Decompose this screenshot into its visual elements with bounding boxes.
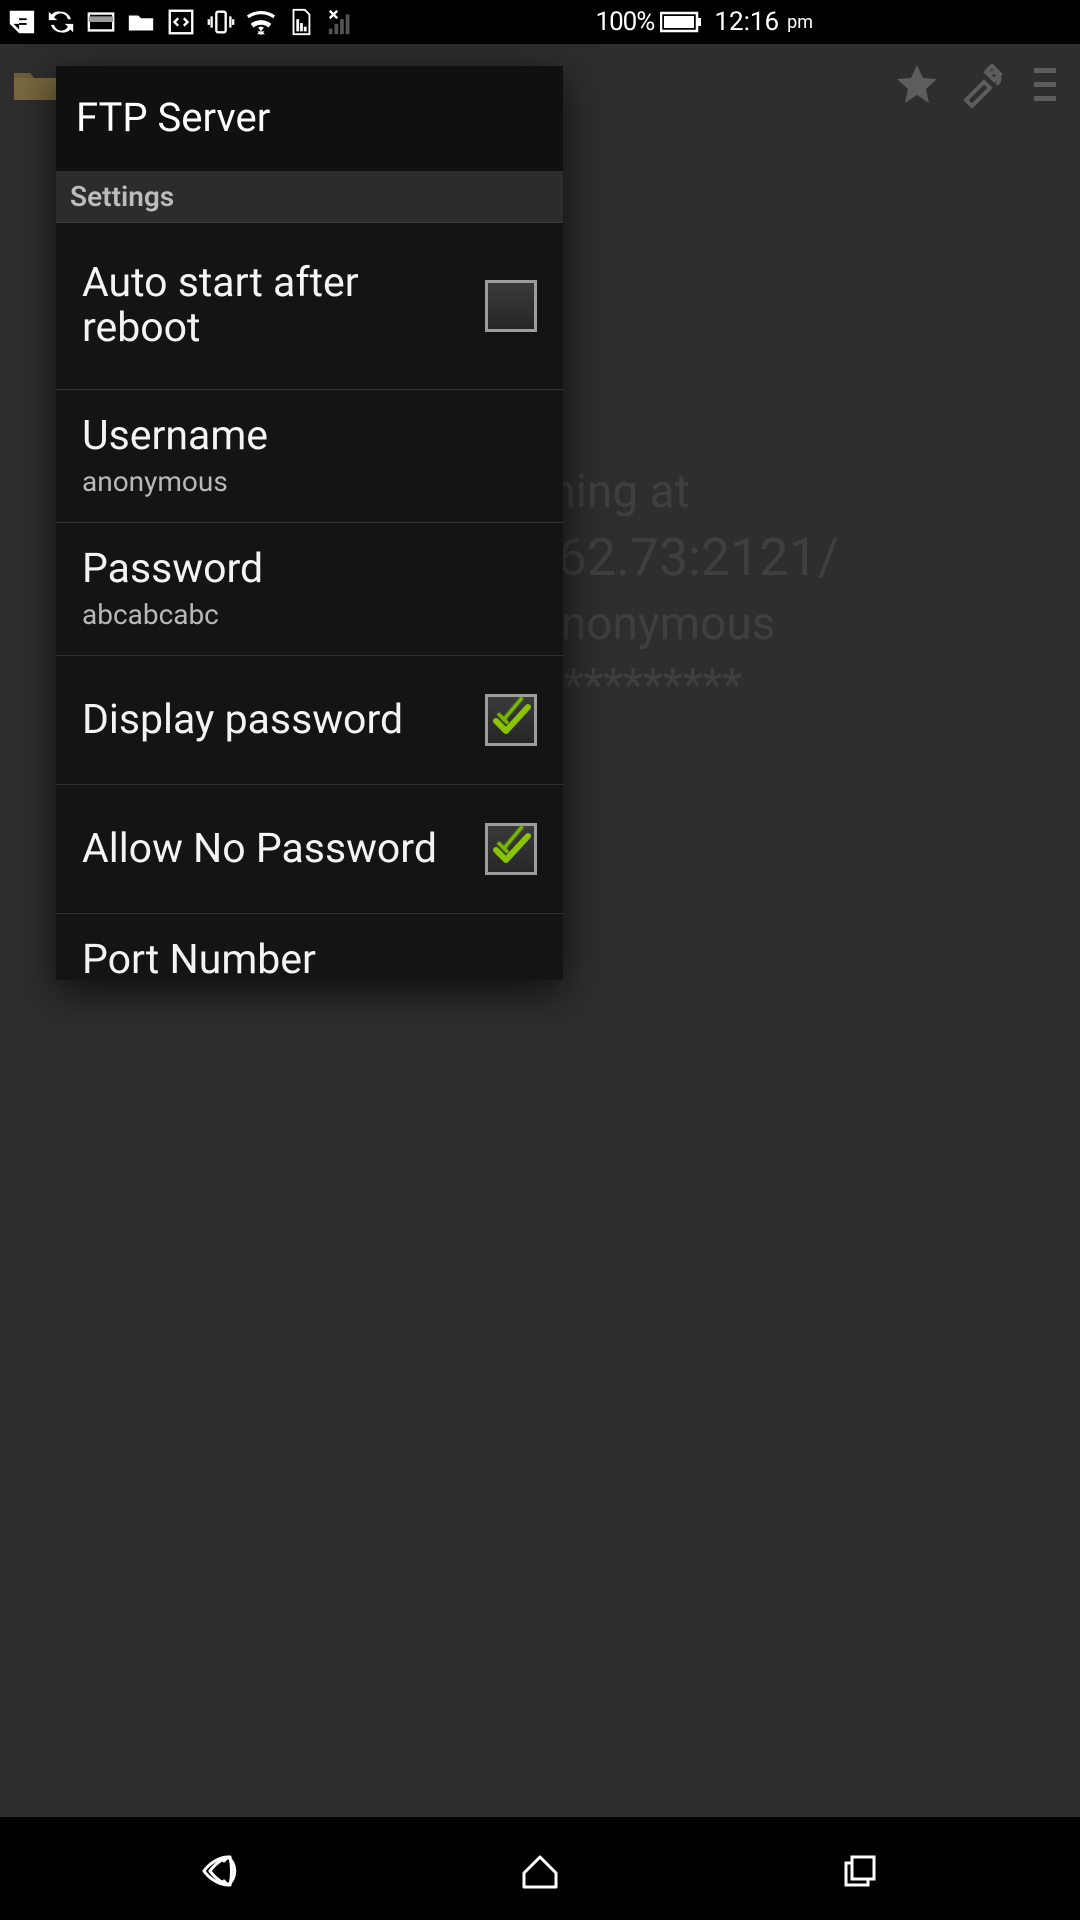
auto-start-checkbox[interactable]	[485, 280, 537, 332]
row-display-password[interactable]: Display password	[56, 656, 563, 785]
home-icon[interactable]	[518, 1849, 562, 1893]
display-password-checkbox[interactable]	[485, 694, 537, 746]
folder-status-icon	[126, 7, 156, 37]
username-value: anonymous	[82, 465, 537, 498]
recents-icon[interactable]	[838, 1849, 882, 1893]
auto-start-label: Auto start after reboot	[82, 261, 485, 351]
password-label: Password	[82, 547, 537, 592]
check-icon	[488, 697, 534, 743]
code-doc-icon	[166, 7, 196, 37]
clock-time: 12:16	[714, 7, 779, 37]
check-icon	[488, 826, 534, 872]
settings-dialog: FTP Server Settings Auto start after reb…	[56, 66, 563, 980]
battery-percent: 100%	[595, 7, 654, 37]
row-auto-start[interactable]: Auto start after reboot	[56, 223, 563, 390]
dialog-title: FTP Server	[56, 66, 563, 171]
status-bar: 100% 12:16 pm	[0, 0, 819, 44]
allow-no-password-checkbox[interactable]	[485, 823, 537, 875]
vibrate-icon	[206, 7, 236, 37]
card-icon	[86, 7, 116, 37]
paste-arrow-icon	[6, 7, 36, 37]
status-right: 100% 12:16 pm	[595, 7, 813, 37]
battery-icon	[660, 7, 702, 37]
no-signal-icon	[326, 7, 356, 37]
row-username[interactable]: Username anonymous	[56, 390, 563, 523]
sync-icon	[46, 7, 76, 37]
allow-no-password-label: Allow No Password	[82, 827, 485, 872]
settings-list[interactable]: Auto start after reboot Username anonymo…	[56, 223, 563, 980]
wifi-icon	[246, 7, 276, 37]
display-password-label: Display password	[82, 698, 485, 743]
username-label: Username	[82, 414, 537, 459]
row-password[interactable]: Password abcabcabc	[56, 523, 563, 656]
clock-ampm: pm	[787, 12, 813, 33]
password-value: abcabcabc	[82, 598, 537, 631]
sim-icon	[286, 7, 316, 37]
status-left	[6, 7, 356, 37]
navigation-bar	[0, 1821, 1080, 1920]
section-header: Settings	[56, 171, 563, 223]
row-allow-no-password[interactable]: Allow No Password	[56, 785, 563, 914]
back-icon[interactable]	[198, 1849, 242, 1893]
row-port-number[interactable]: Port Number 2121	[56, 914, 563, 980]
port-label: Port Number	[82, 938, 537, 980]
